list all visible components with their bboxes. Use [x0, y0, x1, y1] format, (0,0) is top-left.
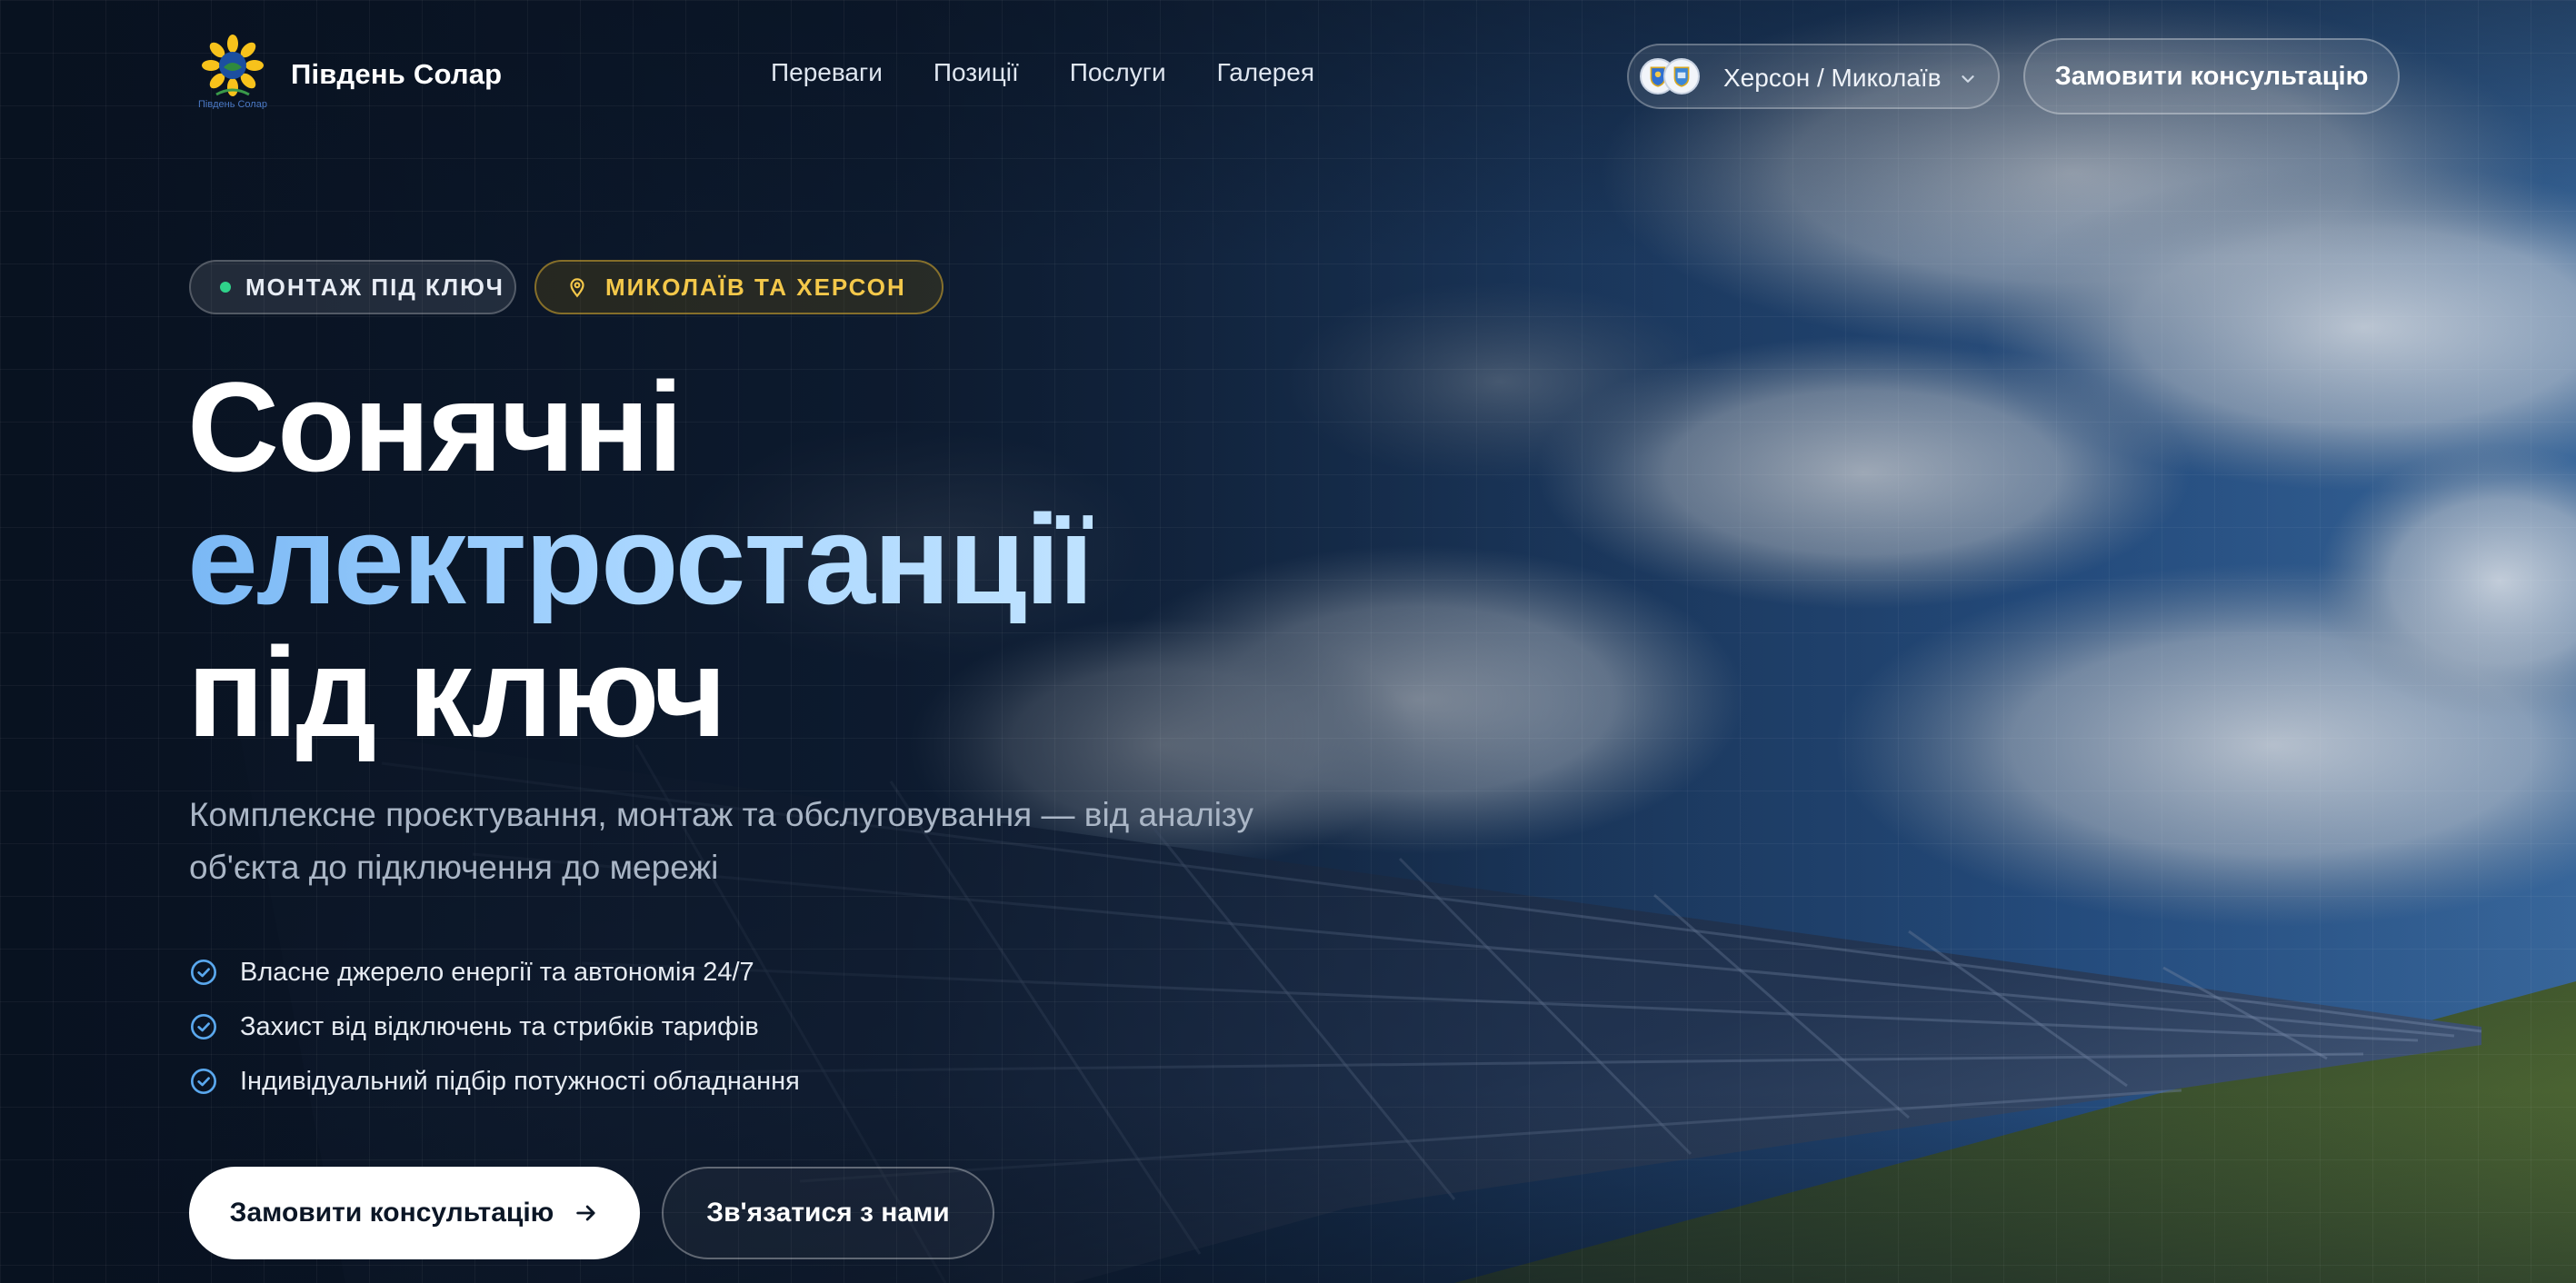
hero-title-line-1: Сонячні [187, 355, 684, 498]
benefits-list: Власне джерело енергії та автономія 24/7… [189, 945, 800, 1109]
sunflower-logo-icon: Південь Солар [198, 35, 267, 110]
benefit-text: Індивідуальний підбір потужності обладна… [240, 1066, 800, 1096]
nav-item-positions[interactable]: Позиції [934, 58, 1019, 87]
nav-item-advantages[interactable]: Переваги [771, 58, 883, 87]
location-pin-icon [570, 278, 584, 298]
nav-item-services[interactable]: Послуги [1070, 58, 1166, 87]
arrow-right-icon [576, 1205, 595, 1221]
region-selector[interactable]: Херсон / Миколаїв [1627, 44, 2000, 109]
benefit-item: Індивідуальний підбір потужності обладна… [189, 1054, 800, 1109]
benefit-text: Власне джерело енергії та автономія 24/7 [240, 957, 754, 987]
hero-title-line-2: електростанції [187, 488, 1094, 631]
nav-item-gallery[interactable]: Галерея [1217, 58, 1314, 87]
chevron-down-icon [1962, 75, 1974, 83]
hero-subtitle: Комплексне проєктування, монтаж та обслу… [189, 796, 1253, 886]
benefit-item: Захист від відключень та стрибків тарифі… [189, 1000, 800, 1054]
check-circle-icon [191, 1014, 216, 1039]
region-selector-value: Херсон / Миколаїв [1723, 64, 1942, 92]
order-consultation-header-button[interactable]: Замовити консультацію [2023, 38, 2400, 114]
logo[interactable]: Південь Солар [189, 35, 276, 110]
logo-caption: Південь Солар [198, 99, 267, 109]
benefit-text: Захист від відключень та стрибків тарифі… [240, 1011, 759, 1041]
badge-turnkey-label: МОНТАЖ ПІД КЛЮЧ [245, 273, 504, 301]
main-nav: Переваги Позиції Послуги Галерея [771, 58, 1314, 87]
contact-us-button[interactable]: Зв'язатися з нами [662, 1167, 994, 1259]
site-header: Південь Солар Південь Солар Переваги Поз… [0, 0, 2576, 154]
check-circle-icon [191, 960, 216, 985]
badge-region-label: МИКОЛАЇВ ТА ХЕРСОН [605, 273, 906, 301]
check-circle-icon [191, 1069, 216, 1094]
order-consultation-button[interactable]: Замовити консультацію [189, 1167, 640, 1259]
order-consultation-label: Замовити консультацію [229, 1198, 554, 1228]
hero-title-line-3: під ключ [187, 621, 726, 763]
benefit-item: Власне джерело енергії та автономія 24/7 [189, 945, 800, 1000]
badge-region: МИКОЛАЇВ ТА ХЕРСОН [534, 260, 944, 314]
status-dot-icon [220, 282, 231, 293]
brand-name[interactable]: Південь Солар [291, 58, 502, 91]
mykolaiv-crest-icon [1663, 58, 1700, 94]
badge-turnkey-installation: МОНТАЖ ПІД КЛЮЧ [189, 260, 516, 314]
